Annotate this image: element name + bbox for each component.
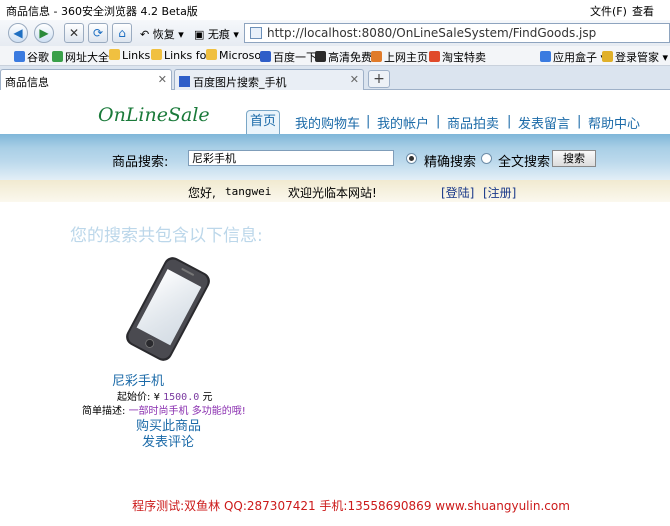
bookmark-hd-free[interactable]: 高清免费 xyxy=(315,49,372,65)
nav-separator: | xyxy=(577,114,582,129)
baidu-icon xyxy=(179,76,190,87)
result-title: 您的搜索共包含以下信息: xyxy=(70,226,263,246)
register-link[interactable]: [注册] xyxy=(483,184,516,201)
home-button[interactable]: ⌂ xyxy=(112,23,132,43)
restore-button[interactable]: ↶ 恢复 ▾ xyxy=(140,26,184,42)
product-name[interactable]: 尼彩手机 xyxy=(112,370,182,389)
username: tangwei xyxy=(225,185,272,198)
bookmark-links[interactable]: Links xyxy=(109,49,150,62)
folder-icon xyxy=(109,49,120,60)
tab-product-info[interactable]: 商品信息 ✕ xyxy=(0,69,172,90)
post-comment-link[interactable]: 发表评论 xyxy=(142,431,194,450)
search-button[interactable]: 搜索 xyxy=(552,150,596,167)
window-titlebar: 商品信息 - 360安全浏览器 4.2 Beta版 文件(F) 查看(V) xyxy=(0,0,670,32)
folder-icon xyxy=(206,49,217,60)
forward-button[interactable]: ▶ xyxy=(34,23,54,43)
close-icon[interactable]: ✕ xyxy=(158,73,167,86)
menu-file[interactable]: 文件(F) xyxy=(590,3,627,19)
login-manager-button[interactable]: 登录管家 ▾ xyxy=(602,49,668,65)
description-label: 简单描述: xyxy=(82,406,126,417)
fulltext-search-radio[interactable] xyxy=(481,153,492,164)
page-icon xyxy=(250,27,262,39)
back-button[interactable]: ◀ xyxy=(8,23,28,43)
product-image[interactable] xyxy=(121,252,215,366)
refresh-button[interactable]: ⟳ xyxy=(88,23,108,43)
bookmark-taobao[interactable]: 淘宝特卖 xyxy=(429,49,486,65)
greeting: 您好, xyxy=(188,186,216,200)
search-label: 商品搜索: xyxy=(112,155,169,170)
browser-toolbar: ◀ ▶ ✕ ⟳ ⌂ ↶ 恢复 ▾ ▣ 无痕 ▾ http://localhost… xyxy=(0,20,670,46)
app-box-icon xyxy=(540,51,551,62)
price-row: 起始价: ¥ 1500.0 元 xyxy=(117,388,212,403)
tab-baidu-images[interactable]: 百度图片搜索_手机 ✕ xyxy=(174,69,364,90)
footer-credits: 程序测试:双鱼林 QQ:287307421 手机:13558690869 www… xyxy=(132,499,570,513)
nav-message[interactable]: 发表留言 xyxy=(518,113,570,132)
nav-cart[interactable]: 我的购物车 xyxy=(295,113,360,132)
bookmark-homepage[interactable]: 上网主页 xyxy=(371,49,428,65)
google-icon xyxy=(14,51,25,62)
folder-icon xyxy=(151,49,162,60)
bookmark-site-directory[interactable]: 网址大全 xyxy=(52,49,109,65)
search-bar: 商品搜索: 精确搜索 全文搜索 搜索 xyxy=(0,134,670,180)
tab-bar: 商品信息 ✕ 百度图片搜索_手机 ✕ + xyxy=(0,66,670,90)
key-icon xyxy=(602,51,613,62)
homepage-icon xyxy=(371,51,382,62)
welcome-bar: 您好, tangwei 欢迎光临本网站! [登陆] [注册] xyxy=(0,180,670,202)
bookmark-microsoft[interactable]: Microso xyxy=(206,49,261,62)
trace-button[interactable]: ▣ 无痕 ▾ xyxy=(194,26,239,42)
baidu-icon xyxy=(260,51,271,62)
address-text[interactable]: http://localhost:8080/OnLineSaleSystem/F… xyxy=(267,26,596,40)
nav-account[interactable]: 我的帐户 xyxy=(377,113,429,132)
new-tab-button[interactable]: + xyxy=(368,70,390,88)
nav-separator: | xyxy=(366,114,371,129)
video-icon xyxy=(315,51,326,62)
exact-search-label: 精确搜索 xyxy=(424,155,477,170)
search-input[interactable] xyxy=(188,150,394,166)
app-box-button[interactable]: 应用盒子 ▾ xyxy=(540,49,606,65)
login-link[interactable]: [登陆] xyxy=(441,184,474,201)
taobao-icon xyxy=(429,51,440,62)
exact-search-radio[interactable] xyxy=(406,153,417,164)
site-directory-icon xyxy=(52,51,63,62)
bookmark-baidu[interactable]: 百度一下 xyxy=(260,49,317,65)
shield-icon: ▣ xyxy=(194,28,205,41)
nav-separator: | xyxy=(436,114,441,129)
window-title: 商品信息 - 360安全浏览器 4.2 Beta版 xyxy=(6,5,198,18)
nav-separator: | xyxy=(507,114,512,129)
bookmark-google[interactable]: 谷歌 xyxy=(14,49,49,65)
close-icon[interactable]: ✕ xyxy=(350,73,359,86)
restore-icon: ↶ xyxy=(140,28,150,41)
welcome-message: 欢迎光临本网站! xyxy=(288,186,377,200)
nav-auction[interactable]: 商品拍卖 xyxy=(447,113,499,132)
bookmarks-bar: 谷歌 网址大全 Links Links fo Microso 百度一下 高清免费… xyxy=(0,46,670,66)
nav-home[interactable]: 首页 xyxy=(246,110,280,134)
bookmark-links-fo[interactable]: Links fo xyxy=(151,49,206,62)
fulltext-search-label: 全文搜索 xyxy=(498,155,551,170)
stop-button[interactable]: ✕ xyxy=(64,23,84,43)
nav-help[interactable]: 帮助中心 xyxy=(588,113,640,132)
site-nav: 首页 我的购物车 | 我的帐户 | 商品拍卖 | 发表留言 | 帮助中心 xyxy=(0,110,670,134)
address-bar[interactable]: http://localhost:8080/OnLineSaleSystem/F… xyxy=(244,23,670,43)
